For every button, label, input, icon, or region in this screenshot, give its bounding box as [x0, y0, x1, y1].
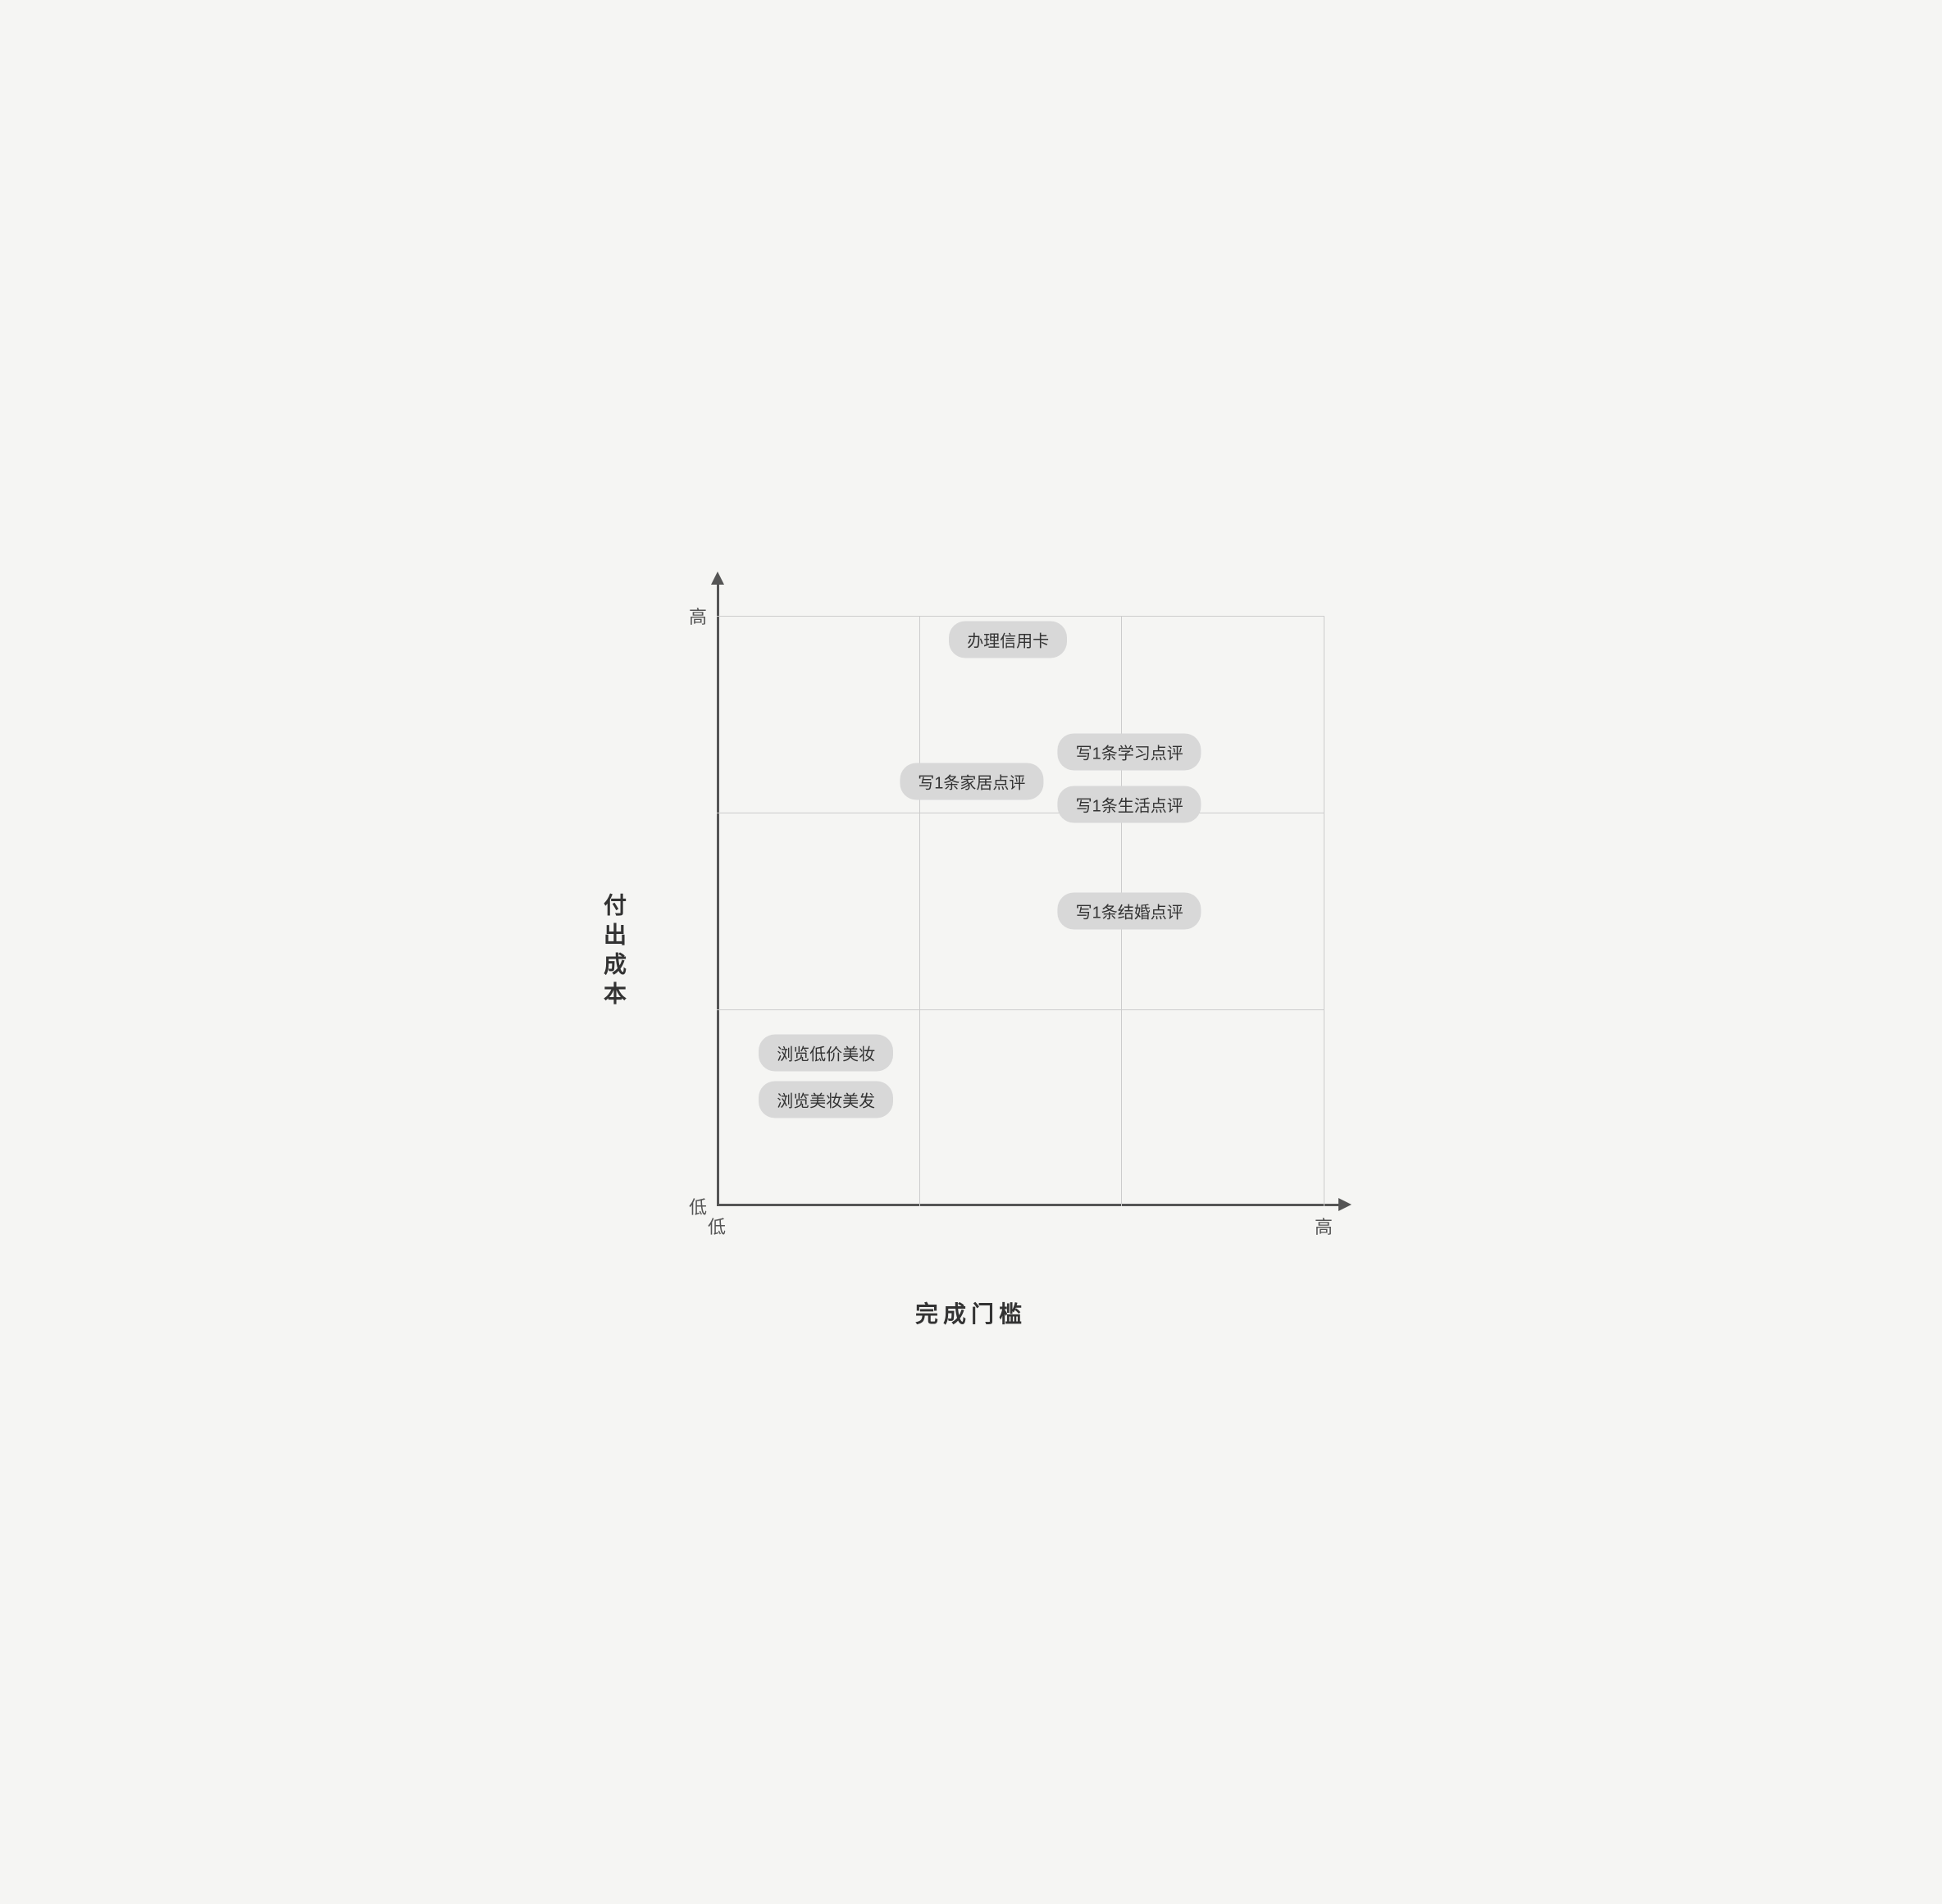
tag-wedding-review: 写1条结婚点评 — [1058, 893, 1201, 930]
label-high-y: 高 — [689, 603, 707, 629]
tag-study-review: 写1条学习点评 — [1058, 733, 1201, 770]
grid-line-h2 — [717, 1009, 1324, 1010]
label-low-x: 低 — [708, 1213, 726, 1239]
plot-area: 高 低 低 高 办理信用卡写1条家居点评写1条学习点评写1条生活点评写1条结婚点… — [668, 616, 1324, 1255]
chart-container: 付出成本 完成门槛 高 低 低 高 办理信用卡写1条家居点评写1条学习点评写1条… — [602, 583, 1340, 1321]
tag-credit-card: 办理信用卡 — [949, 621, 1067, 658]
tag-life-review: 写1条生活点评 — [1058, 786, 1201, 823]
label-low-y: 低 — [689, 1193, 707, 1219]
y-axis-label: 付出成本 — [602, 893, 625, 1011]
tag-home-review: 写1条家居点评 — [900, 763, 1043, 799]
tag-cheap-makeup: 浏览低价美妆 — [759, 1034, 893, 1071]
x-axis-label: 完成门槛 — [915, 1296, 1027, 1329]
grid-line-v1 — [919, 616, 920, 1206]
label-high-x: 高 — [1315, 1213, 1333, 1239]
grid-line-h3 — [717, 616, 1324, 617]
tag-makeup-hair: 浏览美妆美发 — [759, 1082, 893, 1118]
